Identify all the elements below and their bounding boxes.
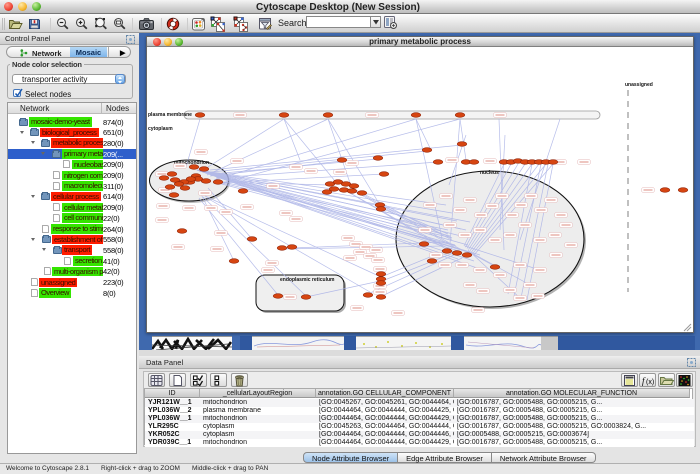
- svg-text:(x): (x): [646, 379, 654, 386]
- svg-text:unassigned: unassigned: [625, 82, 653, 88]
- svg-text:nucleus: nucleus: [480, 170, 499, 176]
- svg-text:cytoplasm: cytoplasm: [148, 126, 173, 132]
- svg-text:endoplasmic reticulum: endoplasmic reticulum: [280, 277, 335, 283]
- svg-text:plasma membrane: plasma membrane: [148, 112, 192, 118]
